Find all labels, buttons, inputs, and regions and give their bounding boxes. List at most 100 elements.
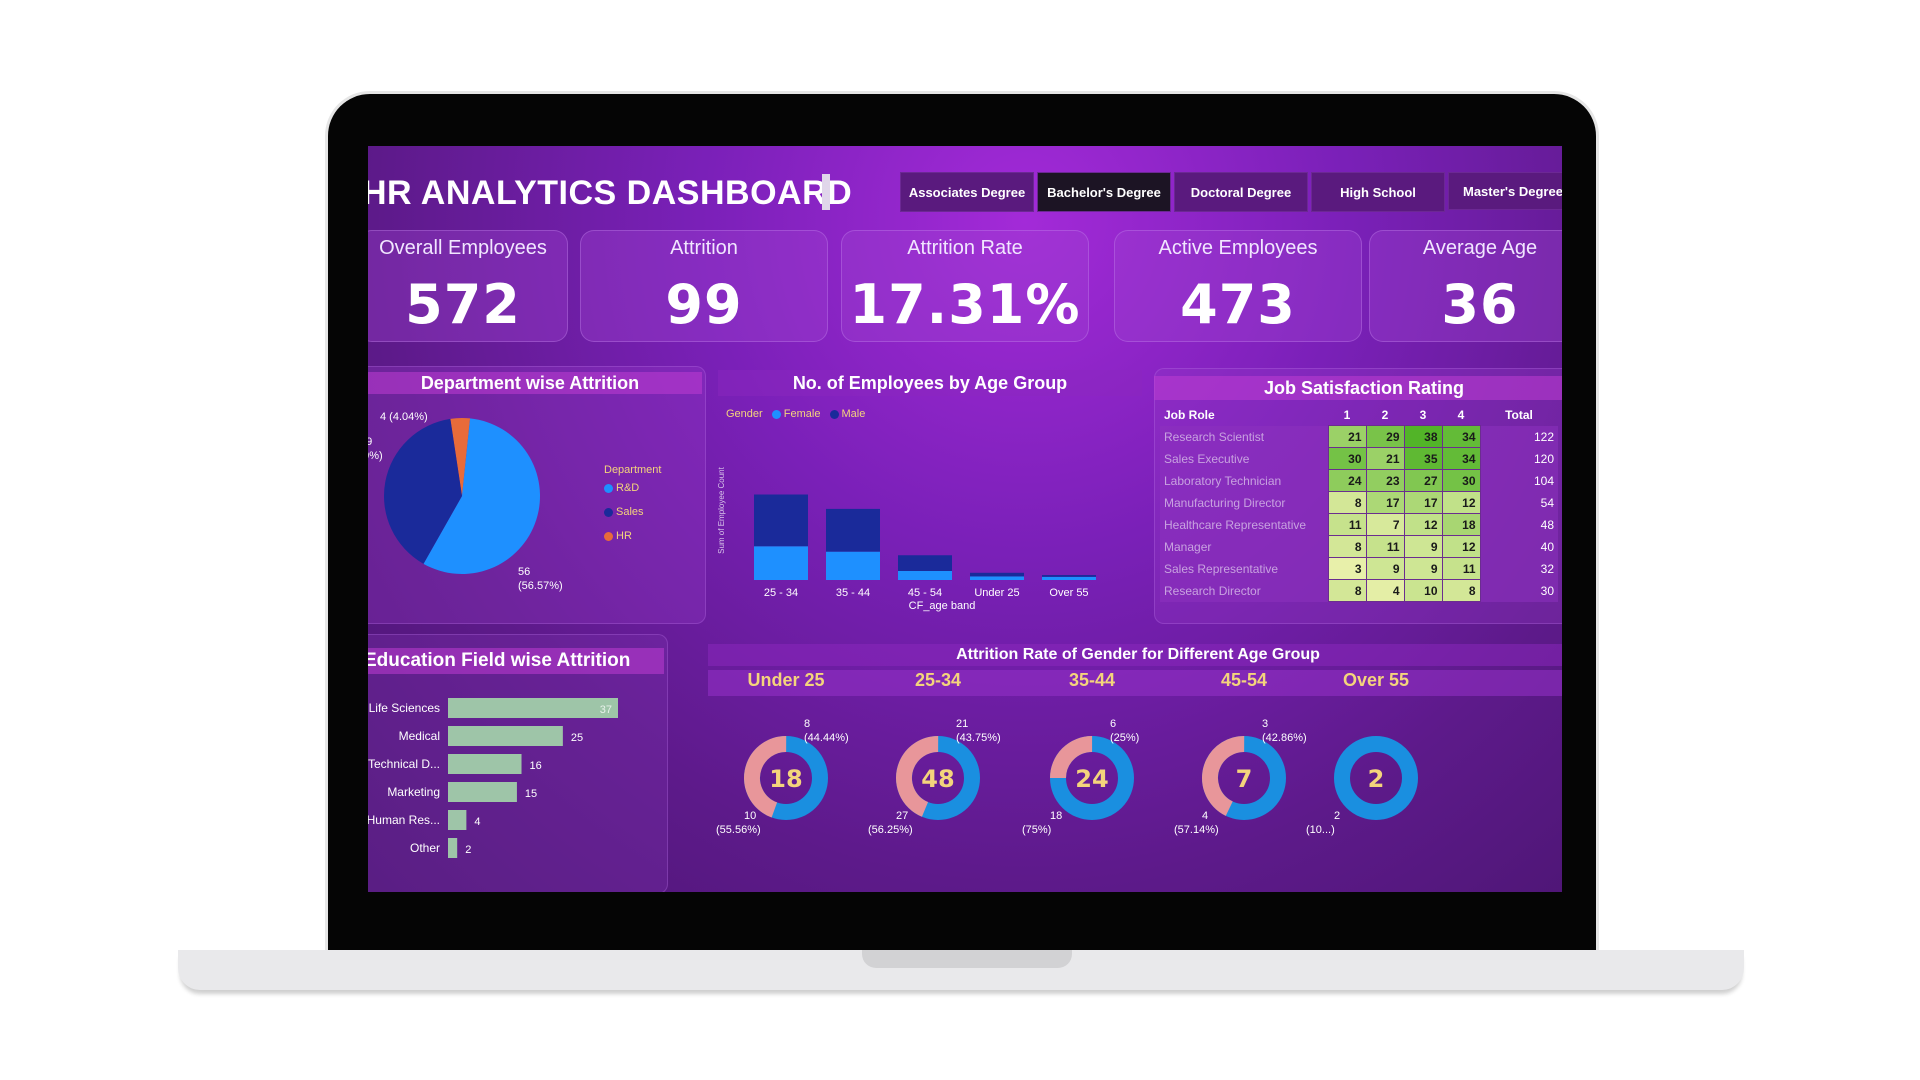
category-label: Other xyxy=(410,841,440,855)
slicer-associates-degree[interactable]: Associates Degree xyxy=(900,172,1034,212)
age-group-title: No. of Employees by Age Group xyxy=(718,370,1142,396)
table-row: Healthcare Representative 11 7 12 18 48 xyxy=(1160,513,1558,536)
slicer-doctoral-degree[interactable]: Doctoral Degree xyxy=(1174,172,1308,212)
slicer-bachelors-degree[interactable]: Bachelor's Degree xyxy=(1037,172,1171,212)
rating-cell: 8 xyxy=(1327,491,1367,514)
table-row: Manufacturing Director 8 17 17 12 54 xyxy=(1160,491,1558,514)
donut-data-label: 21 xyxy=(956,718,969,730)
job-role-cell: Manager xyxy=(1164,539,1212,554)
donut-data-label: 3 xyxy=(1262,718,1269,730)
donut-data-label: (10...) xyxy=(1306,824,1335,836)
data-label: 25 xyxy=(571,732,583,744)
kpi-value: 17.31% xyxy=(849,273,1081,336)
rating-cell: 12 xyxy=(1441,535,1481,558)
rating-cell: 12 xyxy=(1403,513,1443,536)
x-tick-label: 25 - 34 xyxy=(764,587,798,599)
age-donut-2: 35-44 24 6 (25%) 18 (75%) xyxy=(1014,666,1174,892)
kpi-average-age: Average Age 36 xyxy=(1369,230,1562,342)
slicer-high-school[interactable]: High School xyxy=(1311,172,1445,212)
job-satisfaction-table: Job Role 1 2 3 4 Total Research Scientis… xyxy=(1160,404,1558,602)
job-satisfaction-title: Job Satisfaction Rating xyxy=(1154,376,1562,400)
x-tick-label: 35 - 44 xyxy=(836,587,870,599)
x-tick-label: Over 55 xyxy=(1049,587,1088,599)
rating-cell: 30 xyxy=(1441,469,1481,492)
age-group-name: Under 25 xyxy=(747,670,825,690)
page-title: HR ANALYTICS DASHBOARD xyxy=(368,174,853,212)
data-label: 2 xyxy=(465,844,471,856)
rating-cell: 30 xyxy=(1327,447,1367,470)
slicer-masters-degree[interactable]: Master's Degree xyxy=(1448,172,1562,210)
male-legend-label: Male xyxy=(841,408,866,420)
kpi-label: Overall Employees xyxy=(379,237,547,259)
pie-legend-title: Department xyxy=(604,464,662,476)
age-ylabel: Sum of Employee Count xyxy=(716,467,726,554)
bar-female xyxy=(1042,576,1096,580)
bar-male xyxy=(970,572,1024,577)
male-legend-dot xyxy=(829,409,839,419)
pie-label-sales-value: 39 xyxy=(368,436,373,448)
table-row: Research Director 8 4 10 8 30 xyxy=(1160,579,1558,602)
edu-bar xyxy=(448,810,467,830)
rating-cell: 21 xyxy=(1327,425,1367,448)
rating-cell: 11 xyxy=(1441,557,1481,580)
female-legend-label: Female xyxy=(783,408,821,420)
rating-cell: 23 xyxy=(1365,469,1405,492)
pie-legend-rd: R&D xyxy=(604,482,639,494)
rating-cell: 9 xyxy=(1403,557,1443,580)
donut-row: Under 25 18 8 (44.44%) 10 (55.56%) 25-34 48 21 (4… xyxy=(708,666,1562,892)
age-xlabel: CF_age band xyxy=(908,600,976,612)
rating-cell: 38 xyxy=(1403,425,1443,448)
donut-data-label: 27 xyxy=(896,810,909,822)
rating-cell: 9 xyxy=(1403,535,1443,558)
age-donut-4: Over 55 2 2 (10...) xyxy=(1298,666,1458,892)
rating-cell: 12 xyxy=(1441,491,1481,514)
education-bar-chart: Life Sciences 37 Medical 25 Technical D... 16… xyxy=(368,698,618,858)
table-row: Sales Executive 30 21 35 34 120 xyxy=(1160,447,1558,470)
age-group-name: 35-44 xyxy=(1068,670,1116,690)
rating-cell: 11 xyxy=(1327,513,1367,536)
rating-cell: 17 xyxy=(1403,491,1443,514)
bar-male xyxy=(1042,575,1096,577)
kpi-value: 572 xyxy=(405,273,521,336)
donut-center-value: 24 xyxy=(1075,765,1108,793)
gender-age-title: Attrition Rate of Gender for Different A… xyxy=(708,644,1562,666)
kpi-label: Attrition Rate xyxy=(907,237,1023,259)
table-row: Sales Representative 3 9 9 11 32 xyxy=(1160,557,1558,580)
rating-cell: 34 xyxy=(1441,425,1481,448)
age-legend: Gender Female Male xyxy=(726,408,865,420)
dashboard-screen: HR ANALYTICS DASHBOARD Associates Degree… xyxy=(368,146,1562,892)
column-header: Total xyxy=(1505,407,1533,422)
age-group-name: Over 55 xyxy=(1342,670,1410,690)
edu-bar xyxy=(448,726,563,746)
donut-data-label: (43.75%) xyxy=(956,732,1001,744)
female-legend-dot xyxy=(771,409,781,419)
x-tick-label: 45 - 54 xyxy=(908,587,942,599)
job-role-cell: Healthcare Representative xyxy=(1164,517,1307,532)
pie-legend-hr: HR xyxy=(604,530,632,542)
donut-chart: 2 xyxy=(1334,736,1418,820)
kpi-value: 36 xyxy=(1441,273,1519,336)
rating-cell: 8 xyxy=(1327,535,1367,558)
data-label: 16 xyxy=(530,760,542,772)
rating-cell: 11 xyxy=(1365,535,1405,558)
job-role-cell: Laboratory Technician xyxy=(1164,473,1282,488)
pie-legend-sales: Sales xyxy=(604,506,644,518)
bar-female xyxy=(970,576,1024,580)
kpi-attrition: Attrition 99 xyxy=(580,230,828,342)
pie-label-sales-pct: (39.39%) xyxy=(368,450,383,462)
rating-cell: 4 xyxy=(1365,579,1405,602)
kpi-active-employees: Active Employees 473 xyxy=(1114,230,1362,342)
total-cell: 122 xyxy=(1533,429,1554,444)
rating-cell: 35 xyxy=(1403,447,1443,470)
rating-cell: 24 xyxy=(1327,469,1367,492)
total-cell: 40 xyxy=(1540,539,1554,554)
rating-cell: 21 xyxy=(1365,447,1405,470)
kpi-value: 99 xyxy=(665,273,743,336)
edu-bar xyxy=(448,698,618,718)
category-label: Medical xyxy=(399,729,440,743)
edu-bar xyxy=(448,838,458,858)
donut-data-label: (75%) xyxy=(1022,824,1052,836)
total-cell: 48 xyxy=(1540,517,1554,532)
bar-female xyxy=(754,546,808,580)
total-cell: 54 xyxy=(1540,495,1554,510)
